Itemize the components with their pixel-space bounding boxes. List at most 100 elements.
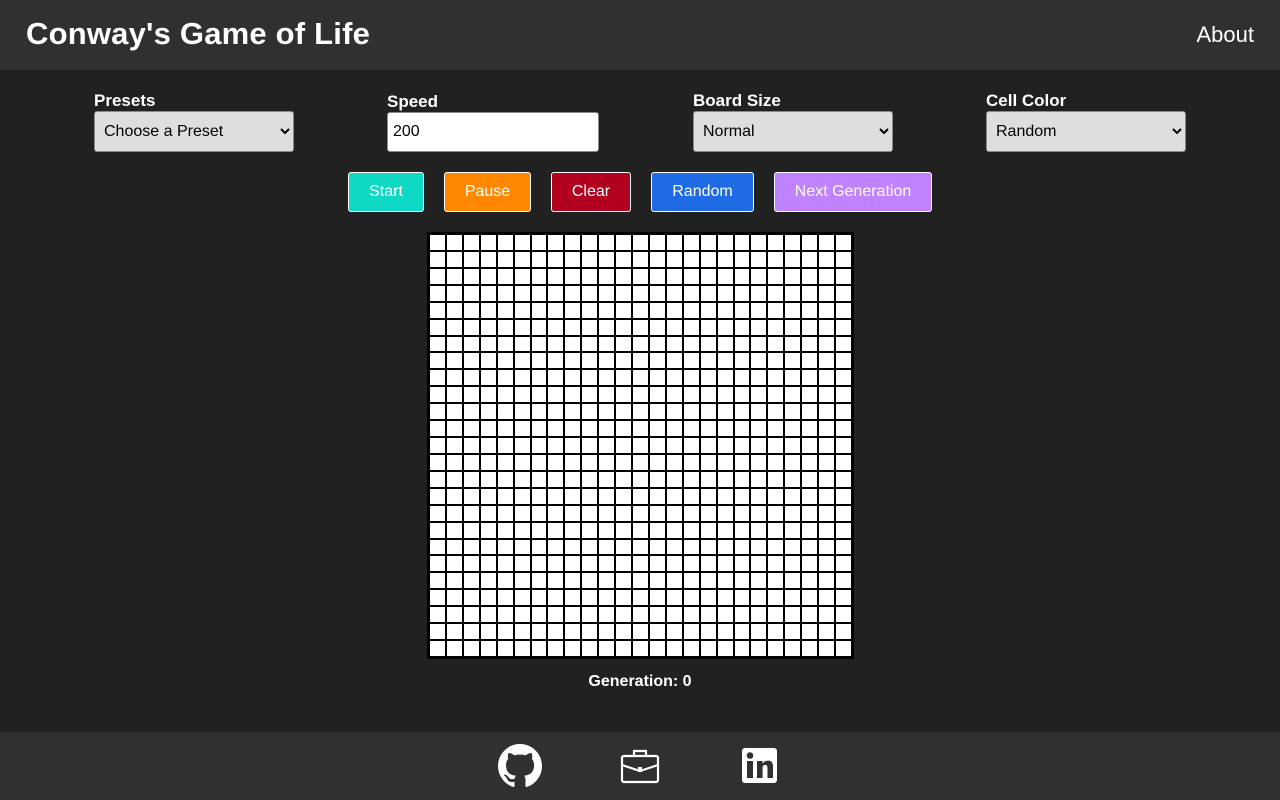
board-cell[interactable] bbox=[801, 386, 819, 404]
board-cell[interactable] bbox=[547, 606, 565, 624]
board-cell[interactable] bbox=[479, 453, 497, 471]
board-cell[interactable] bbox=[479, 470, 497, 488]
board-cell[interactable] bbox=[699, 250, 717, 268]
board-cell[interactable] bbox=[665, 606, 683, 624]
board-cell[interactable] bbox=[682, 470, 700, 488]
board-cell[interactable] bbox=[665, 453, 683, 471]
board-cell[interactable] bbox=[632, 420, 649, 438]
board-cell[interactable] bbox=[818, 487, 836, 505]
board-cell[interactable] bbox=[615, 352, 633, 370]
board-cell[interactable] bbox=[564, 487, 582, 505]
board-cell[interactable] bbox=[682, 487, 700, 505]
board-cell[interactable] bbox=[632, 250, 649, 268]
board-cell[interactable] bbox=[479, 403, 497, 421]
board-cell[interactable] bbox=[581, 555, 599, 573]
board-cell[interactable] bbox=[665, 538, 683, 556]
board-cell[interactable] bbox=[835, 623, 852, 641]
board-cell[interactable] bbox=[733, 352, 751, 370]
board-cell[interactable] bbox=[648, 250, 666, 268]
board-cell[interactable] bbox=[581, 250, 599, 268]
board-cell[interactable] bbox=[547, 437, 565, 454]
board-cell[interactable] bbox=[648, 267, 666, 285]
board-cell[interactable] bbox=[615, 555, 633, 573]
board-cell[interactable] bbox=[767, 538, 785, 556]
board-cell[interactable] bbox=[479, 250, 497, 268]
board-cell[interactable] bbox=[767, 606, 785, 624]
board-cell[interactable] bbox=[648, 623, 666, 641]
board-cell[interactable] bbox=[682, 606, 700, 624]
board-cell[interactable] bbox=[818, 589, 836, 607]
board-cell[interactable] bbox=[513, 504, 531, 522]
board-cell[interactable] bbox=[682, 234, 700, 251]
board-cell[interactable] bbox=[750, 589, 768, 607]
board-cell[interactable] bbox=[835, 504, 852, 522]
board-cell[interactable] bbox=[682, 623, 700, 641]
board-cell[interactable] bbox=[547, 250, 565, 268]
board-cell[interactable] bbox=[581, 352, 599, 370]
board-cell[interactable] bbox=[632, 589, 649, 607]
board-cell[interactable] bbox=[665, 234, 683, 251]
board-cell[interactable] bbox=[699, 420, 717, 438]
board-cell[interactable] bbox=[598, 284, 616, 302]
board-cell[interactable] bbox=[598, 521, 616, 539]
board-cell[interactable] bbox=[513, 453, 531, 471]
board-cell[interactable] bbox=[564, 521, 582, 539]
about-link[interactable]: About bbox=[1197, 22, 1255, 48]
board-cell[interactable] bbox=[682, 521, 700, 539]
board-cell[interactable] bbox=[445, 403, 463, 421]
board-cell[interactable] bbox=[581, 386, 599, 404]
board-cell[interactable] bbox=[818, 504, 836, 522]
board-cell[interactable] bbox=[632, 640, 649, 657]
board-cell[interactable] bbox=[733, 453, 751, 471]
board-cell[interactable] bbox=[648, 572, 666, 590]
board-cell[interactable] bbox=[598, 352, 616, 370]
board-cell[interactable] bbox=[496, 352, 514, 370]
board-cell[interactable] bbox=[429, 640, 446, 657]
clear-button[interactable]: Clear bbox=[551, 172, 631, 212]
board-cell[interactable] bbox=[581, 521, 599, 539]
board-cell[interactable] bbox=[665, 369, 683, 387]
board-cell[interactable] bbox=[767, 284, 785, 302]
board-cell[interactable] bbox=[818, 318, 836, 336]
board-cell[interactable] bbox=[801, 623, 819, 641]
board-cell[interactable] bbox=[615, 284, 633, 302]
board-cell[interactable] bbox=[733, 403, 751, 421]
board-cell[interactable] bbox=[801, 250, 819, 268]
board-cell[interactable] bbox=[547, 267, 565, 285]
board-cell[interactable] bbox=[496, 504, 514, 522]
board-cell[interactable] bbox=[767, 301, 785, 319]
board-cell[interactable] bbox=[801, 521, 819, 539]
board-cell[interactable] bbox=[682, 504, 700, 522]
board-cell[interactable] bbox=[598, 555, 616, 573]
board-cell[interactable] bbox=[429, 352, 446, 370]
board-cell[interactable] bbox=[632, 403, 649, 421]
board-cell[interactable] bbox=[648, 234, 666, 251]
board-cell[interactable] bbox=[767, 420, 785, 438]
board-cell[interactable] bbox=[615, 538, 633, 556]
board-cell[interactable] bbox=[750, 538, 768, 556]
board-cell[interactable] bbox=[648, 301, 666, 319]
board-cell[interactable] bbox=[581, 403, 599, 421]
board-cell[interactable] bbox=[699, 555, 717, 573]
board-cell[interactable] bbox=[564, 538, 582, 556]
board-cell[interactable] bbox=[784, 504, 802, 522]
board-cell[interactable] bbox=[699, 301, 717, 319]
board-cell[interactable] bbox=[835, 267, 852, 285]
board-cell[interactable] bbox=[530, 606, 548, 624]
board-cell[interactable] bbox=[581, 267, 599, 285]
board-cell[interactable] bbox=[513, 521, 531, 539]
board-cell[interactable] bbox=[513, 369, 531, 387]
board-cell[interactable] bbox=[784, 470, 802, 488]
board-cell[interactable] bbox=[598, 234, 616, 251]
board-cell[interactable] bbox=[615, 521, 633, 539]
board-cell[interactable] bbox=[445, 267, 463, 285]
board-cell[interactable] bbox=[818, 386, 836, 404]
board-cell[interactable] bbox=[648, 453, 666, 471]
board-cell[interactable] bbox=[513, 352, 531, 370]
board-cell[interactable] bbox=[496, 437, 514, 454]
board-cell[interactable] bbox=[784, 234, 802, 251]
board-cell[interactable] bbox=[818, 369, 836, 387]
board-cell[interactable] bbox=[750, 453, 768, 471]
board-cell[interactable] bbox=[750, 369, 768, 387]
board-cell[interactable] bbox=[733, 623, 751, 641]
